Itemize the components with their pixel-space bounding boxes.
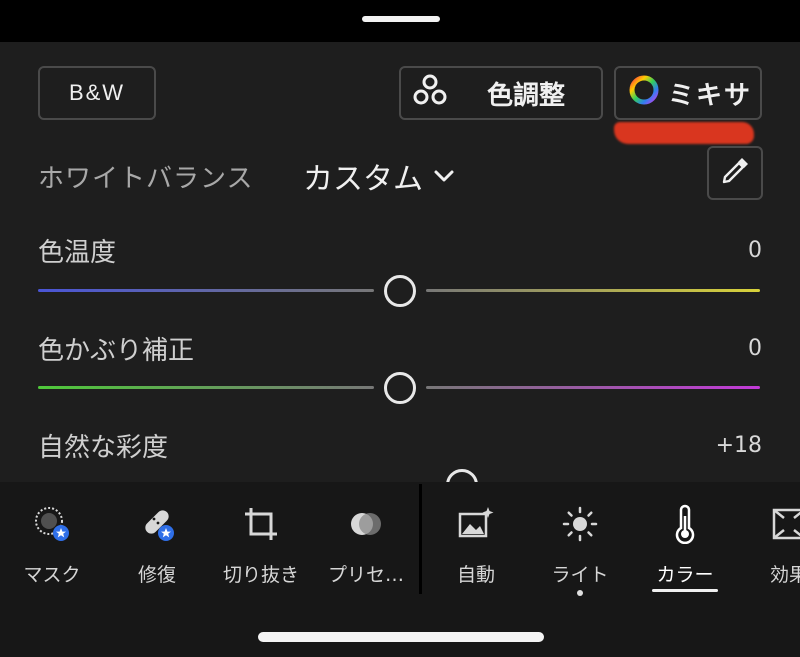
bw-button[interactable]: B&W: [38, 66, 156, 120]
tool-auto[interactable]: 自動: [424, 482, 528, 594]
temperature-track-right[interactable]: [426, 289, 760, 292]
color-adjust-button[interactable]: 色調整: [399, 66, 603, 120]
tool-presets[interactable]: プリセ…: [314, 482, 418, 594]
toolbar-divider: [419, 484, 422, 594]
tint-track-right[interactable]: [426, 386, 760, 389]
color-wheel-icon: [628, 74, 660, 113]
auto-image-icon: [456, 502, 496, 546]
eyedropper-button[interactable]: [707, 146, 763, 200]
tint-label: 色かぶり補正: [38, 336, 195, 366]
vibrance-slider-knob[interactable]: [446, 469, 478, 482]
light-indicator-dot: [577, 590, 583, 596]
tool-mask[interactable]: マスク: [0, 482, 104, 594]
tool-crop[interactable]: 切り抜き: [209, 482, 313, 594]
tool-light[interactable]: ライト: [528, 482, 632, 594]
white-balance-value: カスタム: [303, 162, 423, 197]
tool-auto-label: 自動: [456, 564, 495, 586]
color-adjust-label: 色調整: [487, 80, 566, 111]
tool-color[interactable]: カラー: [633, 482, 737, 594]
eyedropper-icon: [718, 154, 752, 192]
tool-light-label: ライト: [551, 564, 609, 586]
vibrance-value[interactable]: +18: [716, 433, 762, 458]
status-top-bar: [0, 0, 800, 42]
active-tab-underline: [652, 589, 718, 592]
chevron-down-icon: [433, 169, 455, 183]
mixer-label: ミキサ: [668, 80, 753, 111]
healing-bandage-icon: [137, 502, 177, 546]
tool-effects[interactable]: 効果: [740, 482, 800, 594]
tool-effects-label: 効果: [770, 564, 800, 586]
tool-mask-label: マスク: [23, 564, 81, 586]
tool-crop-label: 切り抜き: [222, 564, 299, 586]
tint-value[interactable]: 0: [748, 336, 762, 361]
temperature-track-left[interactable]: [38, 289, 374, 292]
tool-healing[interactable]: 修復: [105, 482, 209, 594]
effects-icon: [770, 502, 800, 546]
temperature-label: 色温度: [38, 238, 117, 268]
tint-track-left[interactable]: [38, 386, 374, 389]
color-grading-icon: [413, 73, 447, 114]
white-balance-label: ホワイトバランス: [38, 164, 254, 194]
crop-icon: [241, 502, 281, 546]
mixer-button[interactable]: ミキサ: [614, 66, 762, 120]
tool-healing-label: 修復: [137, 564, 176, 586]
color-panel: B&W 色調整 ミキサ ホワイトバランス カスタム 色温度 0 色かぶり補正 0…: [0, 42, 800, 482]
top-grab-handle[interactable]: [362, 16, 440, 22]
mask-icon: [32, 502, 72, 546]
bottom-toolbar: マスク 修復 切り抜き プリセ… 自動 ライト カラー 効果: [0, 482, 800, 657]
tool-presets-label: プリセ…: [327, 564, 404, 586]
sun-icon: [560, 502, 600, 546]
vibrance-label: 自然な彩度: [38, 433, 169, 463]
temperature-value[interactable]: 0: [748, 238, 762, 263]
tool-color-label: カラー: [656, 564, 714, 586]
thermometer-icon: [665, 502, 705, 546]
home-indicator[interactable]: [258, 632, 544, 642]
tint-slider-knob[interactable]: [384, 372, 416, 404]
temperature-slider-knob[interactable]: [384, 275, 416, 307]
presets-icon: [346, 502, 386, 546]
redaction-mark: [614, 122, 754, 144]
white-balance-dropdown[interactable]: カスタム: [303, 154, 455, 198]
